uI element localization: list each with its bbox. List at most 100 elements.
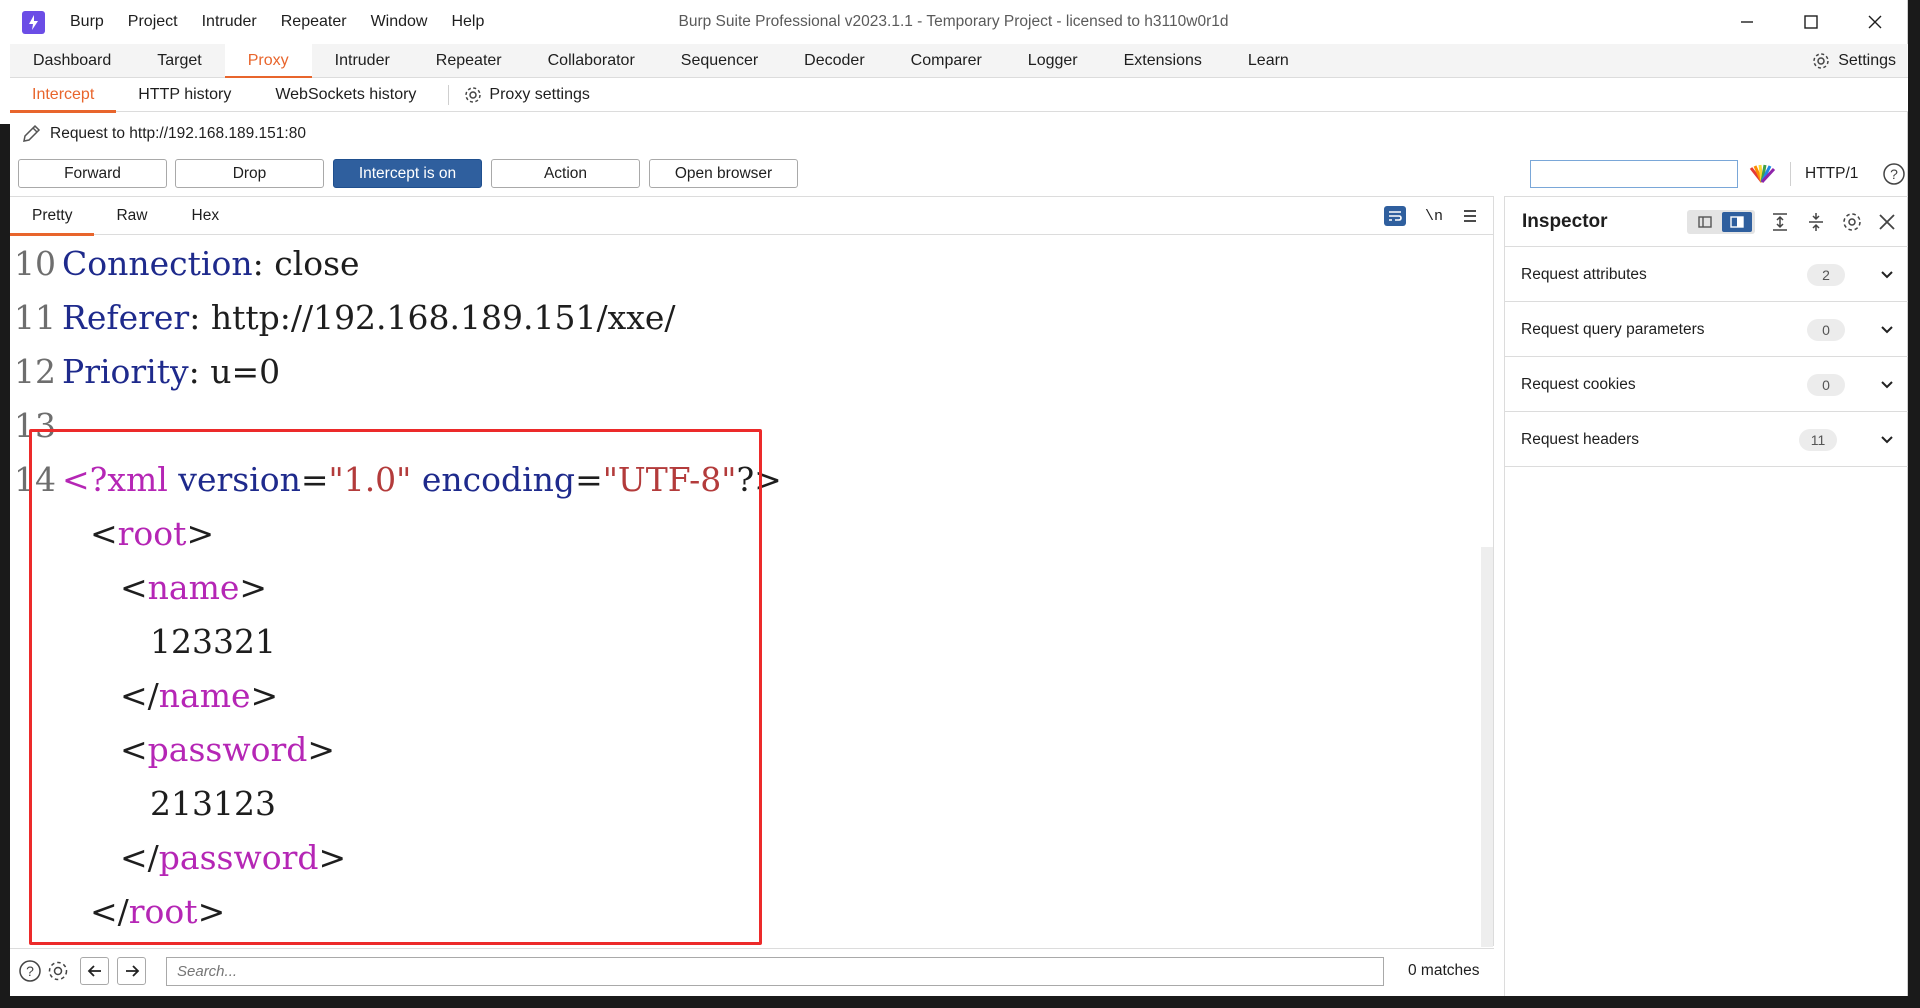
menu-window[interactable]: Window [359, 13, 440, 31]
action-button[interactable]: Action [491, 159, 640, 188]
header-separator: : [188, 352, 211, 391]
tab-pretty[interactable]: Pretty [10, 197, 95, 236]
menu-icon[interactable] [1461, 208, 1479, 224]
drop-button[interactable]: Drop [175, 159, 324, 188]
menu-burp[interactable]: Burp [58, 13, 116, 31]
xml-tag-name: password [158, 838, 319, 877]
code-line: </name> [10, 669, 1480, 723]
proxy-settings-button[interactable]: Proxy settings [463, 85, 590, 105]
gear-icon[interactable] [46, 959, 70, 983]
line-number: 12 [14, 352, 56, 391]
inspector-row-query-parameters[interactable]: Request query parameters 0 [1505, 302, 1908, 357]
collapse-all-icon[interactable] [1805, 211, 1827, 233]
gear-icon[interactable] [1841, 211, 1863, 233]
help-icon[interactable]: ? [18, 959, 42, 983]
title-bar: Burp Project Intruder Repeater Window He… [0, 0, 1907, 44]
inspector-row-cookies[interactable]: Request cookies 0 [1505, 357, 1908, 412]
tab-sequencer[interactable]: Sequencer [658, 44, 781, 78]
code-line: 11 Referer: http://192.168.189.151/xxe/ [10, 291, 1480, 345]
arrow-left-icon [87, 965, 101, 977]
tab-repeater[interactable]: Repeater [413, 44, 525, 78]
tab-proxy[interactable]: Proxy [224, 44, 312, 79]
tab-http-history[interactable]: HTTP history [116, 78, 253, 112]
menu-intruder[interactable]: Intruder [190, 13, 269, 31]
xml-attr-value: "1.0" [328, 460, 412, 499]
editor-view-tabs: Pretty Raw Hex \n [10, 197, 1493, 236]
minimize-icon [1741, 21, 1753, 23]
tab-intercept[interactable]: Intercept [10, 78, 117, 113]
tab-dashboard[interactable]: Dashboard [10, 44, 134, 78]
vertical-scrollbar[interactable] [1481, 547, 1493, 947]
svg-text:?: ? [26, 963, 34, 979]
chevron-down-icon [1881, 271, 1893, 279]
panel-layout-icon[interactable] [1722, 212, 1752, 232]
annotation-input[interactable] [1530, 160, 1738, 188]
highlight-color-icon[interactable] [1747, 162, 1777, 186]
http-version-label[interactable]: HTTP/1 [1805, 156, 1858, 192]
settings-button[interactable]: Settings [1811, 44, 1896, 78]
header-name: Priority [62, 352, 189, 391]
inspector-title: Inspector [1522, 211, 1608, 232]
settings-label: Settings [1838, 52, 1896, 69]
tab-extensions[interactable]: Extensions [1101, 44, 1225, 78]
search-input[interactable] [166, 957, 1384, 986]
tab-raw[interactable]: Raw [94, 197, 169, 235]
inspector-row-request-attributes[interactable]: Request attributes 2 [1505, 247, 1908, 302]
xml-eq: = [300, 460, 329, 499]
count-badge: 0 [1807, 319, 1845, 341]
code-line: 13 [10, 399, 1480, 453]
tab-learn[interactable]: Learn [1225, 44, 1312, 78]
help-icon[interactable]: ? [1882, 162, 1906, 186]
forward-button[interactable]: Forward [18, 159, 167, 188]
wrap-lines-icon[interactable] [1383, 205, 1407, 227]
request-target: Request to http://192.168.189.151:80 [10, 114, 306, 154]
xml-bracket: < [90, 514, 118, 553]
header-value: http://192.168.189.151/xxe/ [210, 298, 676, 337]
match-count: 0 matches [1408, 962, 1480, 979]
expand-all-icon[interactable] [1769, 211, 1791, 233]
xml-tag-name: name [158, 676, 251, 715]
inspector-row-label: Request cookies [1521, 376, 1636, 393]
xml-decl-close: ?> [736, 460, 782, 499]
menu-help[interactable]: Help [439, 13, 496, 31]
previous-match-button[interactable] [80, 957, 109, 985]
count-badge: 2 [1807, 264, 1845, 286]
header-name: Connection [62, 244, 253, 283]
request-editor: Pretty Raw Hex \n 10 Connection: close 1… [10, 196, 1494, 947]
close-window-button[interactable] [1843, 0, 1907, 44]
tab-hex[interactable]: Hex [170, 197, 242, 235]
xml-bracket: </ [120, 676, 159, 715]
tab-collaborator[interactable]: Collaborator [525, 44, 658, 78]
minimize-button[interactable] [1715, 0, 1779, 44]
xml-bracket: < [120, 568, 148, 607]
tab-comparer[interactable]: Comparer [888, 44, 1005, 78]
list-layout-icon[interactable] [1690, 212, 1720, 232]
show-newlines-toggle[interactable]: \n [1425, 208, 1443, 225]
tab-intruder[interactable]: Intruder [312, 44, 413, 78]
code-view[interactable]: 10 Connection: close 11 Referer: http://… [10, 237, 1480, 941]
open-browser-button[interactable]: Open browser [649, 159, 798, 188]
xml-tag-name: root [117, 514, 187, 553]
header-separator: : [189, 298, 211, 337]
burp-logo-icon [22, 11, 45, 34]
proxy-settings-label: Proxy settings [489, 85, 590, 103]
window-controls [1715, 0, 1907, 44]
maximize-button[interactable] [1779, 0, 1843, 44]
intercept-toggle-button[interactable]: Intercept is on [333, 159, 482, 188]
close-icon[interactable] [1877, 212, 1897, 232]
next-match-button[interactable] [117, 957, 146, 985]
tab-websockets-history[interactable]: WebSockets history [253, 78, 438, 112]
xml-eq: = [575, 460, 603, 499]
code-line: </password> [10, 831, 1480, 885]
tab-logger[interactable]: Logger [1005, 44, 1101, 78]
xml-decl-open: <?xml [62, 460, 179, 499]
pencil-icon[interactable] [20, 123, 42, 145]
tab-target[interactable]: Target [134, 44, 224, 78]
xml-bracket: </ [90, 892, 129, 931]
menu-project[interactable]: Project [116, 13, 190, 31]
tab-decoder[interactable]: Decoder [781, 44, 887, 78]
editor-toolbar: \n [1383, 197, 1479, 235]
menu-repeater[interactable]: Repeater [269, 13, 359, 31]
inspector-row-headers[interactable]: Request headers 11 [1505, 412, 1908, 467]
inspector-layout-toggle[interactable] [1687, 210, 1755, 234]
